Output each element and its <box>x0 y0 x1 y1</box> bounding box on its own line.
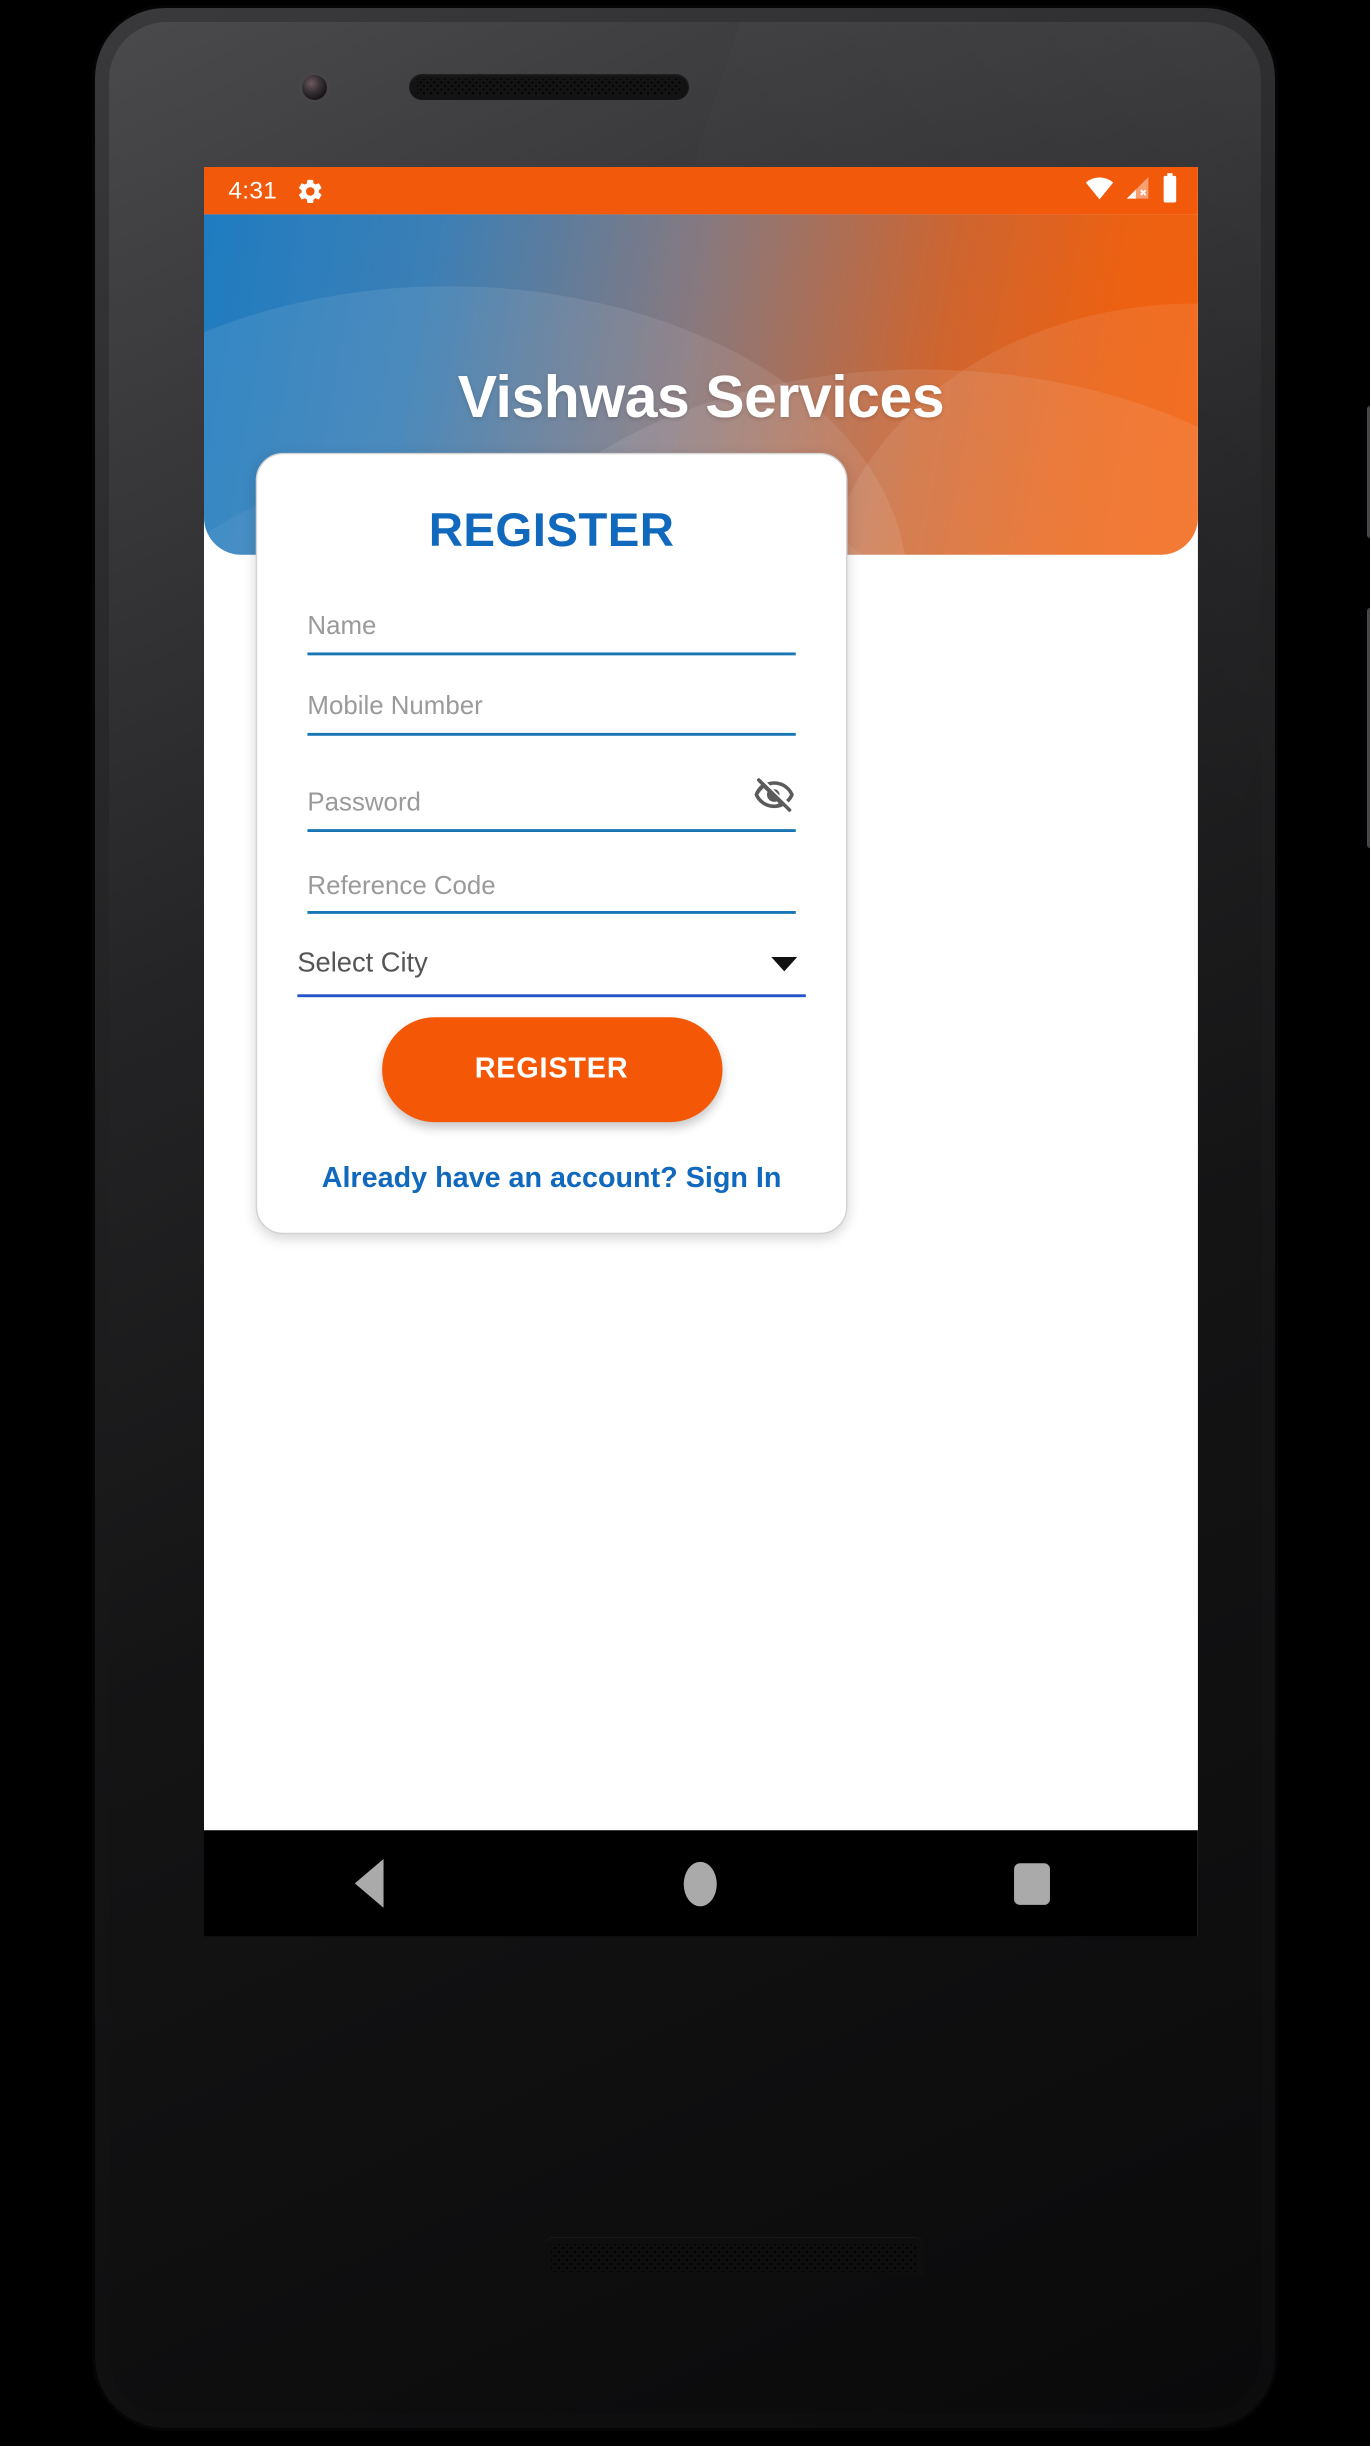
name-field[interactable]: Name <box>307 610 796 656</box>
eye-off-icon[interactable] <box>753 773 796 818</box>
battery-full-icon <box>1161 172 1180 209</box>
city-select[interactable]: Select City <box>297 943 806 998</box>
city-select-label: Select City <box>297 948 428 980</box>
front-camera-lens <box>302 75 327 100</box>
reference-code-field-placeholder: Reference Code <box>307 870 496 899</box>
status-bar-clock: 4:31 <box>228 176 278 204</box>
password-field[interactable]: Password <box>307 773 796 832</box>
phone-screen: 4:31 Vishwas Services REGISTER Name Mobi… <box>204 167 1198 1937</box>
circle-home-icon <box>684 1861 718 1906</box>
status-bar-indicators <box>1084 172 1179 209</box>
register-card: REGISTER Name Mobile Number Password Ref… <box>255 452 848 1235</box>
mobile-number-field[interactable]: Mobile Number <box>307 690 796 736</box>
chevron-down-icon <box>771 957 798 972</box>
square-recents-icon <box>1014 1862 1051 1905</box>
triangle-back-icon <box>355 1858 385 1908</box>
password-field-placeholder: Password <box>307 787 421 816</box>
sign-in-link[interactable]: Already have an account? Sign In <box>297 1163 805 1196</box>
mobile-number-field-placeholder: Mobile Number <box>307 690 483 720</box>
phone-device-frame: 4:31 Vishwas Services REGISTER Name Mobi… <box>95 8 1370 2428</box>
android-navigation-bar <box>204 1830 1198 1937</box>
status-bar: 4:31 <box>204 167 1198 215</box>
page-title: REGISTER <box>428 503 675 557</box>
cellular-signal-off-icon <box>1123 175 1152 207</box>
nav-recents-button[interactable] <box>946 1830 1118 1936</box>
nav-home-button[interactable] <box>615 1830 787 1936</box>
earpiece-speaker-grille <box>409 74 689 100</box>
phone-glass-panel: 4:31 Vishwas Services REGISTER Name Mobi… <box>109 22 1261 2414</box>
reference-code-field[interactable]: Reference Code <box>307 870 796 915</box>
name-field-placeholder: Name <box>307 610 377 640</box>
bottom-speaker-grille <box>544 2237 924 2279</box>
wifi-icon <box>1084 175 1114 207</box>
app-title: Vishwas Services <box>457 363 945 430</box>
nav-back-button[interactable] <box>283 1830 455 1936</box>
gear-icon <box>296 176 325 205</box>
register-button[interactable]: REGISTER <box>381 1017 722 1123</box>
